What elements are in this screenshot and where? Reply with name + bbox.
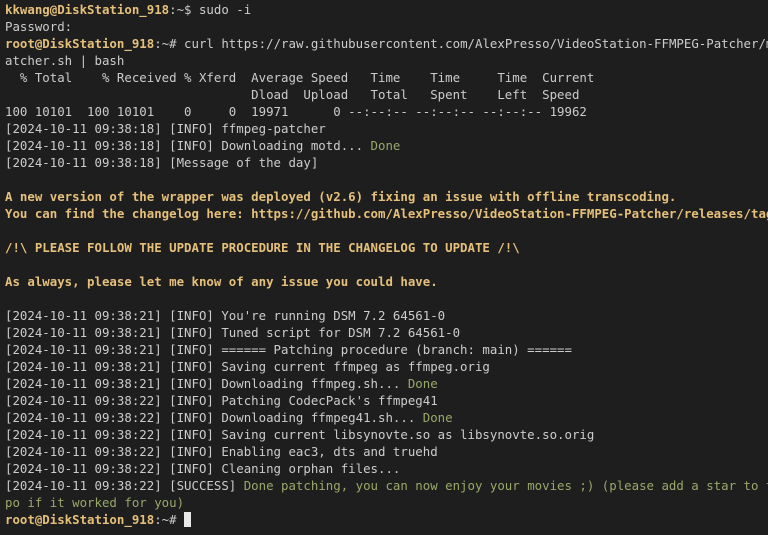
motd-line: You can find the changelog here: https:/… xyxy=(5,206,768,221)
log-line: [2024-10-11 09:38:21] [INFO] Tuned scrip… xyxy=(5,325,461,340)
log-line: [2024-10-11 09:38:21] [INFO] ====== Patc… xyxy=(5,342,572,357)
log-line: [2024-10-11 09:38:22] [INFO] Enabling ea… xyxy=(5,444,438,459)
log-line: [2024-10-11 09:38:21] [INFO] Downloading… xyxy=(5,375,768,392)
log-text: [2024-10-11 09:38:22] [INFO] Downloading… xyxy=(5,410,423,425)
prompt-path: :~# xyxy=(154,36,177,51)
motd-line: A new version of the wrapper was deploye… xyxy=(5,189,677,204)
done-status: Done xyxy=(370,138,401,153)
log-line: [2024-10-11 09:38:22] [INFO] Downloading… xyxy=(5,409,768,426)
terminal-window[interactable]: kkwang@DiskStation_918:~$ sudo -i Passwo… xyxy=(0,0,768,535)
log-text: [2024-10-11 09:38:21] [INFO] Downloading… xyxy=(5,376,408,391)
log-line: [2024-10-11 09:38:22] [INFO] Cleaning or… xyxy=(5,461,401,476)
log-line: [2024-10-11 09:38:21] [INFO] Saving curr… xyxy=(5,359,490,374)
log-line: [2024-10-11 09:38:22] [SUCCESS] Done pat… xyxy=(5,477,768,494)
log-line: [2024-10-11 09:38:18] [INFO] ffmpeg-patc… xyxy=(5,121,326,136)
log-line: [2024-10-11 09:38:21] [INFO] You're runn… xyxy=(5,308,446,323)
log-line: [2024-10-11 09:38:22] [INFO] Saving curr… xyxy=(5,427,595,442)
terminal-line: atcher.sh | bash xyxy=(5,53,125,68)
command-text: curl https://raw.githubusercontent.com/A… xyxy=(176,36,768,51)
success-message: Done patching, you can now enjoy your mo… xyxy=(243,478,768,493)
prompt-user-host: root@DiskStation_918 xyxy=(5,36,155,51)
curl-header: Dload Upload Total Spent Left Speed xyxy=(5,87,580,102)
curl-progress: 100 10101 100 10101 0 0 19971 0 --:--:--… xyxy=(5,104,587,119)
command-text: sudo -i xyxy=(191,2,252,17)
motd-line: /!\ PLEASE FOLLOW THE UPDATE PROCEDURE I… xyxy=(5,240,520,255)
text-cursor[interactable] xyxy=(184,512,192,527)
terminal-line: root@DiskStation_918:~# curl https://raw… xyxy=(5,35,768,52)
curl-header: % Total % Received % Xferd Average Speed… xyxy=(5,70,595,85)
terminal-line: kkwang@DiskStation_918:~$ sudo -i xyxy=(5,1,768,18)
done-status: Done xyxy=(422,410,453,425)
terminal-line: root@DiskStation_918:~# xyxy=(5,511,768,528)
log-text: [2024-10-11 09:38:18] [INFO] Downloading… xyxy=(5,138,371,153)
prompt-user-host: kkwang@DiskStation_918 xyxy=(5,2,170,17)
prompt-user-host: root@DiskStation_918 xyxy=(5,512,155,527)
terminal-line: Password: xyxy=(5,19,73,34)
motd-line: As always, please let me know of any iss… xyxy=(5,274,438,289)
log-line: [2024-10-11 09:38:18] [INFO] Downloading… xyxy=(5,137,768,154)
log-line: [2024-10-11 09:38:22] [INFO] Patching Co… xyxy=(5,393,438,408)
prompt-path: :~$ xyxy=(169,2,192,17)
log-line: [2024-10-11 09:38:18] [Message of the da… xyxy=(5,155,319,170)
command-text xyxy=(177,512,184,527)
success-message: po if it worked for you) xyxy=(5,495,185,510)
prompt-path: :~# xyxy=(154,512,177,527)
done-status: Done xyxy=(407,376,438,391)
log-text: [2024-10-11 09:38:22] [SUCCESS] xyxy=(5,478,244,493)
